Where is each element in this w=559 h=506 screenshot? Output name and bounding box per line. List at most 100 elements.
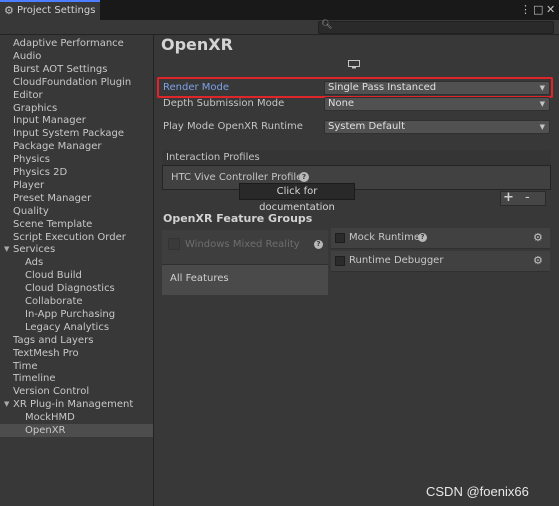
sidebar-item[interactable]: Package Manager (0, 140, 153, 153)
sidebar-item[interactable]: Audio (0, 50, 153, 63)
sidebar-item-label: Package Manager (13, 141, 102, 153)
sidebar-item-label: Preset Manager (13, 192, 92, 204)
sidebar-item[interactable]: Legacy Analytics (0, 321, 153, 334)
sidebar-item[interactable]: TextMesh Pro (0, 347, 153, 360)
sidebar-item-label: Tags and Layers (13, 334, 94, 346)
sidebar-item[interactable]: OpenXR (0, 424, 153, 437)
feature-row-runtime-debugger: Runtime Debugger ⚙ (331, 251, 550, 272)
sidebar-item[interactable]: CloudFoundation Plugin (0, 76, 153, 89)
gear-icon[interactable]: ⚙ (533, 231, 543, 244)
play-mode-runtime-value: System Default (328, 121, 406, 132)
sidebar-item[interactable]: Input System Package (0, 127, 153, 140)
sidebar-item-label: Version Control (13, 386, 90, 398)
sidebar-item-label: Cloud Build (25, 270, 82, 282)
sidebar-item[interactable]: Tags and Layers (0, 334, 153, 347)
sidebar-item-label: CloudFoundation Plugin (13, 76, 132, 88)
feature-groups-title: OpenXR Feature Groups (163, 212, 313, 225)
sidebar-item[interactable]: Scene Template (0, 218, 153, 231)
close-icon[interactable]: ✕ (546, 3, 555, 16)
interaction-profiles-title: Interaction Profiles (166, 152, 260, 163)
sidebar-item[interactable]: Ads (0, 256, 153, 269)
sidebar-item[interactable]: Timeline (0, 372, 153, 385)
watermark: CSDN @foenix66 (426, 484, 529, 499)
depth-submission-dropdown[interactable]: None ▼ (324, 97, 550, 111)
sidebar-item-label: TextMesh Pro (13, 347, 79, 359)
remove-profile-button[interactable]: - (525, 190, 530, 205)
sidebar-item[interactable]: Time (0, 360, 153, 373)
sidebar-item-label: Player (13, 179, 45, 191)
sidebar-item-label: OpenXR (25, 425, 66, 436)
play-mode-runtime-dropdown[interactable]: System Default ▼ (324, 120, 550, 134)
feature-group-label: All Features (170, 273, 229, 284)
sidebar-item-label: XR Plug-in Management (13, 399, 134, 411)
sidebar-item-label: Burst AOT Settings (13, 63, 108, 75)
sidebar-item-label: Graphics (13, 102, 58, 114)
sidebar-item-label: MockHMD (25, 412, 75, 424)
add-profile-button[interactable]: + (503, 190, 514, 205)
sidebar-item[interactable]: Burst AOT Settings (0, 63, 153, 76)
gear-icon[interactable]: ⚙ (533, 254, 543, 267)
expand-triangle-icon[interactable]: ▼ (4, 398, 9, 411)
sidebar-item-label: In-App Purchasing (25, 308, 116, 320)
depth-submission-label: Depth Submission Mode (163, 98, 285, 109)
sidebar-item-label: Cloud Diagnostics (25, 283, 115, 295)
depth-submission-value: None (328, 98, 355, 109)
sidebar-item-label: Scene Template (13, 218, 93, 230)
sidebar-item-label: Editor (13, 89, 43, 101)
sidebar-item[interactable]: Input Manager (0, 114, 153, 127)
sidebar-item[interactable]: ▼ Services (0, 243, 153, 256)
expand-triangle-icon[interactable]: ▼ (4, 243, 9, 256)
sidebar-item[interactable]: Version Control (0, 385, 153, 398)
sidebar-item[interactable]: Script Execution Order (0, 231, 153, 244)
kebab-menu-icon[interactable]: ⋮ (520, 3, 531, 16)
sidebar-item-label: Collaborate (25, 296, 83, 307)
maximize-icon[interactable]: □ (533, 3, 543, 16)
sidebar-item-label: Script Execution Order (13, 231, 126, 243)
sidebar-item-label: Input Manager (13, 115, 86, 127)
help-icon[interactable]: ? (299, 172, 309, 182)
chevron-down-icon: ▼ (539, 123, 545, 131)
sidebar-item[interactable]: Cloud Diagnostics (0, 282, 153, 295)
sidebar-item[interactable]: Graphics (0, 102, 153, 115)
feature-group-checkbox[interactable] (168, 238, 180, 250)
tab-title: Project Settings (17, 5, 96, 16)
sidebar-item[interactable]: Physics 2D (0, 166, 153, 179)
search-icon: 🔍︎ (321, 20, 333, 30)
sidebar-item-label: Input System Package (13, 128, 124, 140)
help-icon[interactable]: ? (314, 240, 323, 249)
monitor-icon[interactable] (348, 60, 360, 69)
feature-label: Runtime Debugger (349, 255, 444, 266)
sidebar-item[interactable]: Quality (0, 205, 153, 218)
sidebar-item[interactable]: Cloud Build (0, 269, 153, 282)
page-title: OpenXR (161, 35, 233, 54)
sidebar-item-label: Services (13, 244, 56, 256)
sidebar-item[interactable]: Adaptive Performance (0, 37, 153, 50)
render-mode-highlight (157, 77, 553, 98)
feature-checkbox[interactable] (335, 233, 345, 243)
sidebar-item-label: Physics 2D (13, 167, 68, 178)
sidebar-item[interactable]: MockHMD (0, 411, 153, 424)
interaction-profile-item[interactable]: HTC Vive Controller Profile (171, 172, 302, 183)
play-mode-runtime-label: Play Mode OpenXR Runtime (163, 121, 303, 132)
sidebar-item[interactable]: Physics (0, 153, 153, 166)
gear-icon: ⚙ (4, 4, 14, 17)
sidebar-item[interactable]: Player (0, 179, 153, 192)
feature-checkbox[interactable] (335, 256, 345, 266)
sidebar-item-label: Physics (13, 154, 50, 166)
sidebar-item[interactable]: Collaborate (0, 295, 153, 308)
sidebar-item-label: Legacy Analytics (25, 321, 110, 333)
sidebar-item[interactable]: ▼ XR Plug-in Management (0, 398, 153, 411)
search-input[interactable]: 🔍︎ (318, 20, 554, 34)
help-icon[interactable]: ? (418, 233, 427, 242)
sidebar-item[interactable]: Preset Manager (0, 192, 153, 205)
sidebar-item[interactable]: Editor (0, 89, 153, 102)
feature-label: Mock Runtime (349, 232, 420, 243)
sidebar-item[interactable]: In-App Purchasing (0, 308, 153, 321)
chevron-down-icon: ▼ (539, 100, 545, 108)
project-settings-tab[interactable]: ⚙ Project Settings (0, 0, 100, 20)
feature-group-label: Windows Mixed Reality (185, 239, 300, 250)
sidebar-item-label: Adaptive Performance (13, 38, 124, 49)
documentation-tooltip: Click for documentation (239, 183, 355, 213)
sidebar-item-label: Time (13, 360, 38, 372)
sidebar-item-label: Quality (13, 205, 49, 217)
